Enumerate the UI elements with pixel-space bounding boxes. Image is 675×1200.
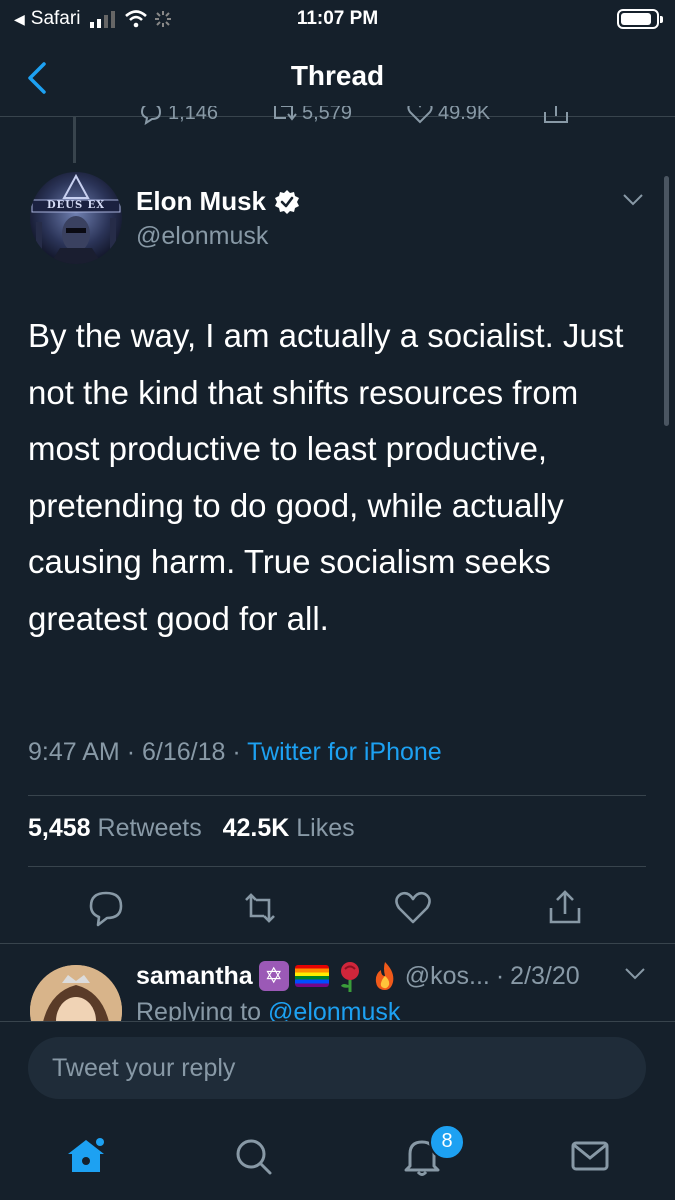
tweet-source-link[interactable]: Twitter for iPhone (247, 738, 442, 766)
divider (28, 795, 646, 796)
messages-tab-icon[interactable] (568, 1134, 612, 1178)
tweet-stats: 5,458 Retweets 42.5K Likes (28, 814, 355, 843)
retweet-label: Retweets (97, 814, 202, 842)
prev-reply-count: 1,146 (168, 106, 219, 124)
divider (0, 1021, 675, 1022)
retweet-button[interactable] (238, 886, 282, 930)
like-count: 42.5K (222, 814, 290, 842)
rainbow-flag-emoji-icon (294, 965, 329, 987)
verified-badge-icon (275, 189, 300, 214)
divider (28, 866, 646, 867)
likes-stat[interactable]: 42.5K Likes (223, 814, 355, 842)
avatar[interactable]: DEUS EX (30, 172, 122, 264)
notifications-badge: 8 (429, 1124, 465, 1160)
scrollbar[interactable] (664, 176, 669, 426)
meta-separator: · (232, 738, 248, 766)
chevron-down-icon[interactable] (623, 966, 647, 982)
home-tab-icon[interactable] (64, 1134, 108, 1178)
author-name: Elon Musk (136, 186, 267, 216)
avatar-lettering: DEUS EX (46, 200, 106, 211)
search-tab-icon[interactable] (231, 1134, 275, 1178)
tweet-time: 9:47 AM (28, 738, 120, 766)
retweet-icon (274, 106, 297, 121)
status-bar: ◀ Safari 11:07 PM (0, 0, 675, 38)
deus-ex-avatar-image (30, 172, 122, 264)
reply-icon (140, 106, 162, 126)
heart-icon (407, 106, 433, 124)
star-of-david-emoji-icon: ✡ (258, 961, 289, 991)
tweet-date: 6/16/18 (141, 738, 226, 766)
tweet-text: By the way, I am actually a socialist. J… (28, 317, 624, 637)
battery-icon (617, 9, 663, 29)
prev-like-count: 49.9K (438, 106, 491, 124)
author-handle: @elonmusk (136, 222, 269, 250)
like-label: Likes (296, 814, 355, 842)
reply-date: 2/3/20 (510, 961, 580, 990)
prev-share-action[interactable] (542, 106, 570, 126)
reply-compose-field[interactable]: Tweet your reply (28, 1037, 646, 1099)
meta-separator: · (126, 738, 142, 766)
page-title: Thread (290, 60, 385, 91)
retweet-count: 5,458 (28, 814, 91, 842)
tweet-meta: 9:47 AM · 6/16/18 · Twitter for iPhone (28, 738, 442, 767)
reply-header[interactable]: samantha ✡ @kos... · 2/3/20 (136, 960, 580, 992)
reply-button[interactable] (84, 886, 128, 930)
share-button[interactable] (543, 886, 587, 930)
meta-separator: · (495, 961, 505, 990)
previous-tweet-actions: 1,146 5,579 49.9K (0, 106, 675, 128)
battery-fill (621, 13, 651, 25)
fire-emoji-icon (375, 962, 394, 990)
prev-retweet-action[interactable]: 5,579 (272, 106, 352, 126)
compose-placeholder: Tweet your reply (52, 1054, 236, 1082)
prev-reply-action[interactable]: 1,146 (138, 106, 218, 126)
retweets-stat[interactable]: 5,458 Retweets (28, 814, 202, 842)
share-icon (544, 106, 568, 123)
prev-like-action[interactable]: 49.9K (406, 106, 490, 126)
status-time: 11:07 PM (296, 8, 379, 29)
rose-emoji-icon (340, 962, 359, 992)
like-button[interactable] (391, 886, 435, 930)
chevron-down-icon[interactable] (621, 192, 645, 208)
author-name-row[interactable]: Elon Musk (136, 186, 300, 217)
divider (0, 943, 675, 944)
reply-author-name: samantha (136, 961, 253, 990)
reply-handle: @kos... (404, 961, 490, 990)
prev-retweet-count: 5,579 (302, 106, 353, 124)
